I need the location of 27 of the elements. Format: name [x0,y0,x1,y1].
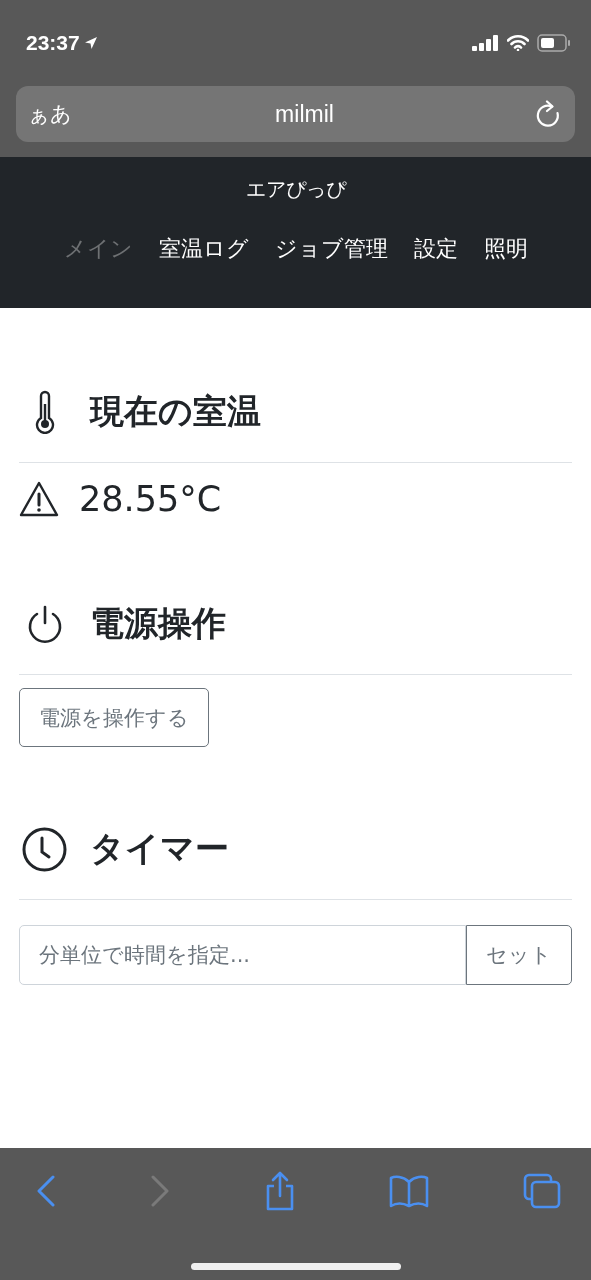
nav-link[interactable]: 室温ログ [158,233,249,265]
thermometer-icon [33,390,56,434]
temperature-reading: 28.55°C [79,479,222,519]
section-heading: タイマー [90,827,229,870]
text-size-button[interactable]: ぁあ [26,100,74,128]
power-icon [26,605,63,643]
section-heading: 電源操作 [90,602,226,645]
nav-link[interactable]: ジョブ管理 [274,233,388,265]
location-arrow-icon [83,35,98,50]
wifi-icon [507,34,529,51]
power-button[interactable]: 電源を操作する [19,688,209,747]
clock-icon [22,826,67,872]
section-heading: 現在の室温 [90,390,261,433]
nav-link[interactable]: 設定 [413,233,458,265]
set-button[interactable]: セット [466,925,572,985]
battery-icon [537,33,571,52]
reload-icon[interactable] [535,100,561,128]
back-icon[interactable] [36,1175,56,1207]
signal-icon [472,34,499,51]
tabs-icon[interactable] [523,1173,561,1209]
page-domain: milmil [274,100,335,128]
clock-time: 23:37 [26,30,80,55]
brand-title[interactable]: エアぴっぴ [245,173,346,205]
address-bar[interactable]: ぁあ milmil [16,86,575,142]
book-icon[interactable] [389,1174,430,1208]
minutes-input-field[interactable]: 分単位で時間を指定... [19,925,466,985]
nav-link[interactable]: 照明 [483,233,528,265]
